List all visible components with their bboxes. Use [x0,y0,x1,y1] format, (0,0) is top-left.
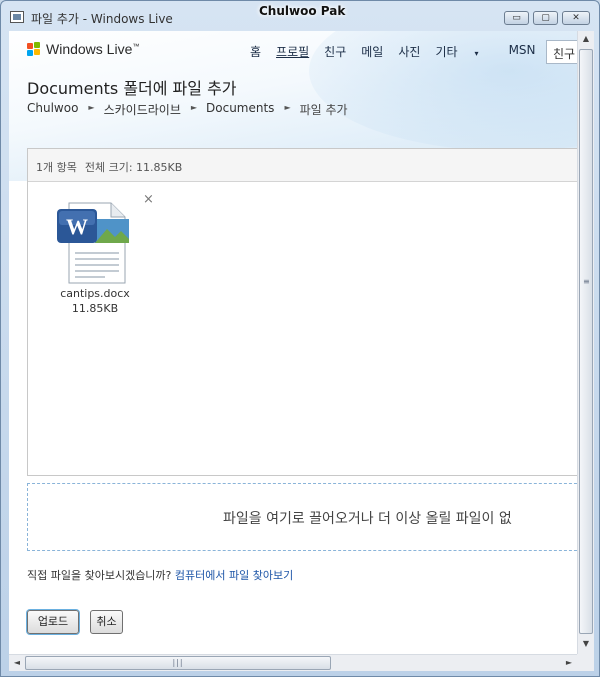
horizontal-scrollbar[interactable]: ◄ ||| ► [9,654,577,671]
breadcrumb-separator-icon: ► [88,103,95,112]
horizontal-scroll-thumb[interactable]: ||| [25,656,331,670]
drop-zone-text: 파일을 여기로 끌어오거나 더 이상 올릴 파일이 없 [223,511,512,527]
breadcrumb-item-current: 파일 추가 [299,103,348,117]
nav-item-profile[interactable]: 프로필 [276,43,309,60]
close-button[interactable]: ✕ [562,11,590,25]
page-title: Documents 폴더에 파일 추가 [27,79,237,98]
page-viewport: Windows Live™ 홈 프로필 친구 메일 사진 기타 ▾ MSN ▾ 친구… [9,31,577,654]
chevron-down-icon: ▾ [474,49,479,58]
browse-prompt: 직접 파일을 찾아보시겠습니까? 컴퓨터에서 파일 찾아보기 [27,567,293,583]
breadcrumb-item-skydrive[interactable]: 스카이드라이브 [104,101,181,118]
logo-text: Windows Live [46,41,133,57]
browse-computer-link[interactable]: 컴퓨터에서 파일 찾아보기 [175,569,293,582]
vertical-scrollbar[interactable]: ▲ ≡ ▼ [577,31,594,654]
scroll-left-icon[interactable]: ◄ [9,655,25,671]
browse-prompt-text: 직접 파일을 찾아보시겠습니까? [27,569,172,582]
scrollbar-corner [577,654,594,671]
windows-live-logo[interactable]: Windows Live™ [27,41,139,57]
trademark-mark: ™ [132,43,140,51]
total-size: 전체 크기: 11.85KB [84,161,183,174]
nav-item-mail[interactable]: 메일 [361,43,383,60]
maximize-button[interactable]: ▢ [533,11,558,25]
app-icon [10,11,24,23]
breadcrumb-item-user[interactable]: Chulwoo [27,101,78,118]
breadcrumb-separator-icon: ► [190,103,198,112]
title-bar[interactable]: 파일 추가 - Windows Live Chulwoo Pak ▭ ▢ ✕ [1,1,599,31]
nav-item-friends[interactable]: 친구 [324,43,346,60]
nav-item-photos[interactable]: 사진 [398,43,420,60]
scroll-grip-icon: ≡ [583,277,590,286]
file-drop-zone[interactable]: 파일을 여기로 끌어오거나 더 이상 올릴 파일이 없 [27,483,577,551]
user-name: Chulwoo Pak [259,4,346,18]
scroll-down-icon[interactable]: ▼ [578,636,594,652]
svg-text:W: W [66,214,88,239]
browser-window: 파일 추가 - Windows Live Chulwoo Pak ▭ ▢ ✕ W… [0,0,600,677]
breadcrumb-item-documents[interactable]: Documents [206,101,274,118]
nav-item-more[interactable]: 기타 ▾ [435,43,493,60]
breadcrumb-separator-icon: ► [284,103,291,112]
top-nav: 홈 프로필 친구 메일 사진 기타 ▾ MSN ▾ [250,43,577,60]
file-count: 1개 항목 [36,161,77,174]
file-name: cantips.docx [60,287,130,300]
breadcrumb: Chulwoo ► 스카이드라이브 ► Documents ► 파일 추가 [27,101,348,118]
windows-flag-icon [27,41,42,57]
cancel-button[interactable]: 취소 [90,610,123,634]
remove-file-icon[interactable]: × [143,192,154,207]
upload-file-panel: 1개 항목 전체 크기: 11.85KB W cantips.docx 11.8… [27,148,577,476]
file-summary: 1개 항목 전체 크기: 11.85KB [28,149,577,182]
nav-item-more-label: 기타 [435,45,458,59]
search-input[interactable]: 친구 [546,40,577,64]
scroll-right-icon[interactable]: ► [561,655,577,671]
nav-item-msn-label: MSN [508,43,536,57]
minimize-button[interactable]: ▭ [504,11,529,25]
nav-item-home[interactable]: 홈 [250,43,261,60]
window-title: 파일 추가 - Windows Live [31,12,173,26]
upload-button[interactable]: 업로드 [27,610,79,634]
word-document-icon: W [55,199,135,285]
scroll-up-icon[interactable]: ▲ [578,31,594,47]
vertical-scroll-thumb[interactable]: ≡ [579,49,593,634]
file-item[interactable]: W cantips.docx 11.85KB [50,199,140,315]
file-size: 11.85KB [71,302,119,315]
